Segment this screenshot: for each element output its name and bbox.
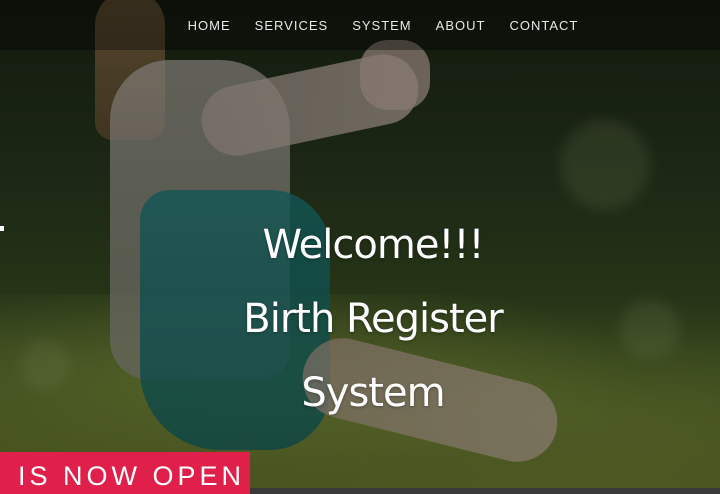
bottom-bar — [250, 488, 720, 494]
hero-title-text: Birth Register — [243, 296, 503, 342]
now-open-banner: IS NOW OPEN — [0, 452, 250, 494]
nav-system-link[interactable]: SYSTEM — [352, 18, 411, 33]
nav-contact-link[interactable]: CONTACT — [509, 18, 578, 33]
nav-about-link[interactable]: ABOUT — [436, 18, 486, 33]
top-navigation: HOME SERVICES SYSTEM ABOUT CONTACT — [0, 0, 720, 50]
nav-home-link[interactable]: HOME — [188, 18, 231, 33]
hero-section: HOME SERVICES SYSTEM ABOUT CONTACT Welco… — [0, 0, 720, 494]
hero-heading: Welcome!!! Birth Register System — [0, 208, 720, 430]
hero-welcome-text: Welcome!!! — [262, 222, 484, 268]
nav-services-link[interactable]: SERVICES — [255, 18, 329, 33]
hero-subtitle-text: System — [301, 370, 445, 416]
